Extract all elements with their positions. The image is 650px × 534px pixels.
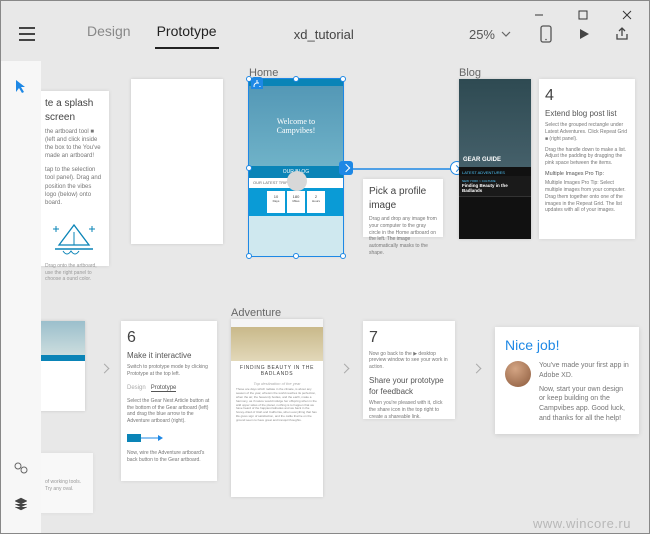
maximize-button[interactable] [561,1,605,29]
tip-body: Select the Gear Nest Article button at t… [127,398,211,425]
step-number: 4 [545,85,629,107]
document-title: xd_tutorial [185,27,463,42]
tip-card-7: 7 Now go back to the ▶ desktop preview w… [363,321,455,419]
tip-card-6: 6 Make it interactive Switch to prototyp… [121,321,217,481]
tip-title: Share your prototype for feedback [369,376,449,398]
artboard-blank[interactable] [131,79,223,244]
plugins-button[interactable] [10,457,32,479]
tip-body: Switch to prototype mode by clicking Pro… [127,364,211,378]
step-arrow-icon [97,361,111,375]
avatar [505,361,531,387]
tip-title: te a splash screen [45,97,103,124]
tip-title: Make it interactive [127,351,211,362]
step-arrow-icon [469,361,483,375]
tip-body: tap to the selection tool panel). Drag a… [45,166,103,206]
menu-button[interactable] [15,22,39,46]
home-hero: Welcome to Campvibes! [249,86,343,166]
tip-body: Now go back to the ▶ desktop preview win… [369,351,449,371]
step-arrow-icon [337,361,351,375]
watermark: www.wincore.ru [533,516,631,531]
adventure-title: FINDING BEAUTY IN THE BADLANDS [231,361,323,381]
artboard-label-adventure[interactable]: Adventure [231,307,281,319]
artboard-adventure[interactable]: FINDING BEAUTY IN THE BADLANDS Top desti… [231,319,323,497]
blog-hero-title: GEAR GUIDE [463,157,501,163]
tab-design[interactable]: Design [85,19,133,49]
select-tool[interactable] [10,75,32,97]
tip-card-4: 4 Extend blog post list Select the group… [539,79,635,239]
left-toolbar [1,61,41,533]
prototype-wire [351,161,461,181]
tip-title: Extend blog post list [545,109,629,120]
close-button[interactable] [605,1,649,29]
layers-button[interactable] [10,493,32,515]
home-map [249,216,343,256]
tip-card-fragment: of working tools. Try any oval. [41,453,93,513]
zoom-value: 25% [469,27,495,42]
nice-job-card: Nice job! You've made your first app in … [495,327,639,434]
artboard-label-blog[interactable]: Blog [459,67,481,79]
tip-body: When you're pleased with it, click the s… [369,400,449,420]
chevron-down-icon [501,29,511,39]
wire-origin[interactable] [339,161,353,175]
home-link-icon[interactable] [251,77,263,89]
home-stat-cards: 10Days 180Miles 2Hours [249,188,343,216]
tip-body: Multiple Images Pro Tip: Select multiple… [545,180,629,214]
artboard-home[interactable]: Welcome to Campvibes! OUR BLOG OUR LATES… [249,79,343,256]
step-number: 6 [127,327,211,349]
prototype-canvas[interactable]: Home Blog Adventure te a splash screen t… [41,61,649,533]
nice-job-text: You've made your first app in Adobe XD. [539,361,629,381]
tip-body: Drag and drop any image from your comput… [369,216,437,257]
tip-title: Pick a profile image [369,185,437,212]
step-number: 7 [369,327,449,349]
profile-placeholder [287,171,307,191]
nice-job-title: Nice job! [505,337,629,353]
minimize-button[interactable] [517,1,561,29]
tip-body: Now, wire the Adventure artboard's back … [127,450,211,464]
tip-body: the artboard tool ■ (left and click insi… [45,128,103,160]
artboard-blog[interactable]: GEAR GUIDE LATEST ADVENTURES NEW YORK > … [459,79,531,239]
zoom-dropdown[interactable]: 25% [469,27,511,42]
artboard-small-left[interactable] [41,321,85,411]
tip-body: Select the grouped rectangle under Lates… [545,122,629,142]
tip-card-splash: te a splash screen the artboard tool ■ (… [41,91,109,266]
tip-footnote: Drag onto the artboard, use the right pa… [45,263,103,283]
tip-card-profile: Pick a profile image Drag and drop any i… [363,179,443,237]
tip-body: Drag the handle down to make a list. Adj… [545,147,629,167]
nice-job-text: Now, start your own design or keep build… [539,385,629,424]
